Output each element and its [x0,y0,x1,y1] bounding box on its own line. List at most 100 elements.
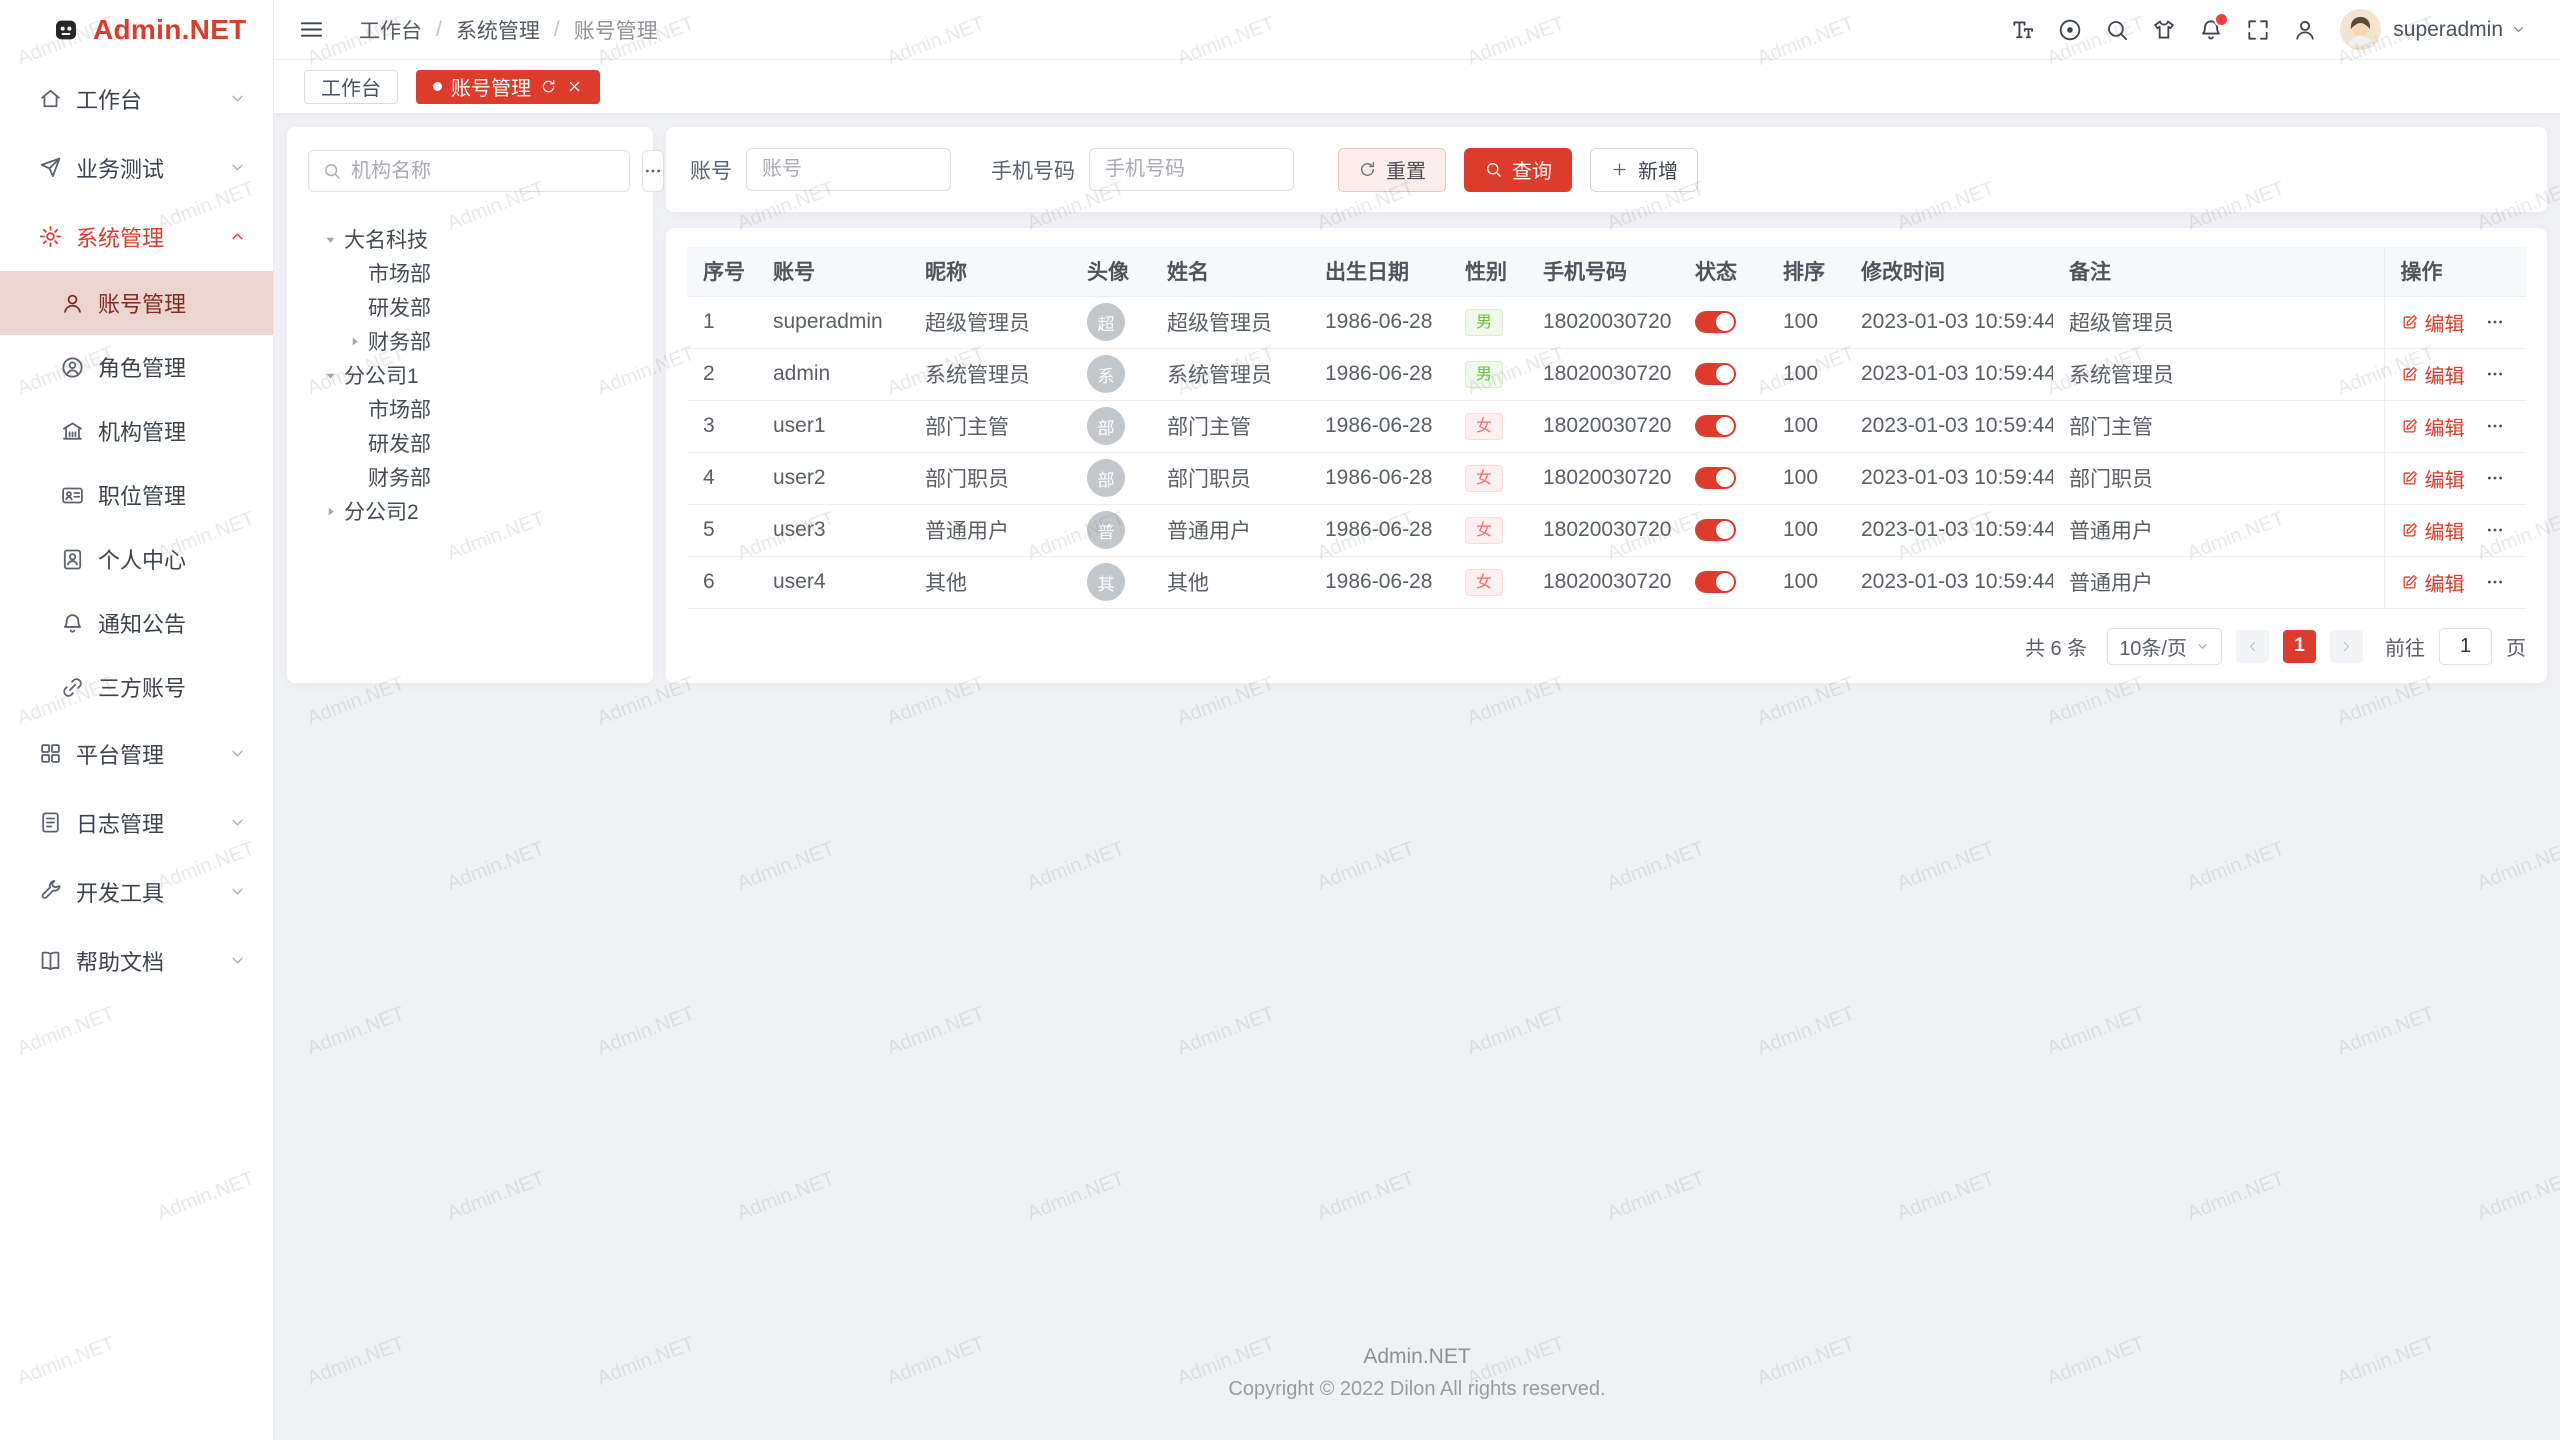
sidebar-item-system-manage[interactable]: 系统管理 [0,202,273,271]
more-actions-button[interactable] [2485,364,2505,384]
breadcrumb-item[interactable]: 系统管理 [456,15,540,45]
add-label: 新增 [1638,155,1678,184]
table-body: 1 superadmin 超级管理员 超 超级管理员 1986-06-28 男 … [687,296,2526,608]
font-size-icon[interactable] [2010,17,2036,43]
edit-button[interactable]: 编辑 [2401,412,2465,441]
sidebar-item-position-manage[interactable]: 职位管理 [0,463,273,527]
log-icon [38,810,63,835]
notification-icon[interactable] [2198,17,2224,43]
search-icon[interactable] [2104,17,2130,43]
prev-page-button[interactable] [2236,630,2269,663]
table-row: 6 user4 其他 其 其他 1986-06-28 女 18020030720… [687,556,2526,608]
sidebar-item-workbench[interactable]: 工作台 [0,64,273,133]
column-header: 昵称 [909,247,1071,296]
edit-label: 编辑 [2425,412,2465,441]
tab-refresh-icon[interactable] [540,78,557,95]
cell-birthdate: 1986-06-28 [1309,348,1449,400]
sidebar-item-role-manage[interactable]: 角色管理 [0,335,273,399]
tab-close-icon[interactable] [566,78,583,95]
more-actions-button[interactable] [2485,312,2505,332]
sidebar-item-help-docs[interactable]: 帮助文档 [0,926,273,995]
tree-node[interactable]: 大名科技 [308,222,632,256]
send-icon [38,155,63,180]
tree-node[interactable]: 分公司2 [308,494,632,528]
status-toggle[interactable] [1695,519,1736,541]
tree-node[interactable]: 研发部 [308,290,632,324]
more-actions-button[interactable] [2485,468,2505,488]
tree-node[interactable]: 财务部 [308,460,632,494]
tree-caret-icon[interactable] [318,368,342,383]
edit-button[interactable]: 编辑 [2401,360,2465,389]
sidebar-item-notice[interactable]: 通知公告 [0,591,273,655]
status-toggle[interactable] [1695,415,1736,437]
fullscreen-icon[interactable] [2245,17,2271,43]
column-header: 序号 [687,247,757,296]
menu-collapse-icon[interactable] [298,16,325,43]
row-avatar: 部 [1087,459,1125,497]
breadcrumb-item[interactable]: 工作台 [359,15,422,45]
sidebar-item-log-manage[interactable]: 日志管理 [0,788,273,857]
tree-node[interactable]: 研发部 [308,426,632,460]
more-actions-button[interactable] [2485,520,2505,540]
sidebar-item-org-manage[interactable]: 机构管理 [0,399,273,463]
search-button[interactable]: 查询 [1464,148,1572,192]
next-page-button[interactable] [2330,630,2363,663]
gear-icon [38,224,63,249]
sidebar-item-third-account[interactable]: 三方账号 [0,655,273,719]
tree-node[interactable]: 分公司1 [308,358,632,392]
user-menu-chevron-icon[interactable] [2510,21,2527,38]
tab-account-manage[interactable]: 账号管理 [416,70,600,104]
breadcrumb-separator: / [436,18,442,42]
more-actions-button[interactable] [2485,572,2505,592]
edit-button[interactable]: 编辑 [2401,464,2465,493]
theme-icon[interactable] [2151,17,2177,43]
username[interactable]: superadmin [2393,18,2503,42]
footer-title: Admin.NET [287,1345,2547,1369]
tree-caret-icon[interactable] [342,334,366,349]
profile-icon[interactable] [2292,17,2318,43]
user-avatar[interactable] [2340,9,2381,50]
edit-button[interactable]: 编辑 [2401,516,2465,545]
cell-remark: 系统管理员 [2053,348,2384,400]
edit-button[interactable]: 编辑 [2401,308,2465,337]
search-icon [322,161,342,181]
edit-button[interactable]: 编辑 [2401,568,2465,597]
sidebar-item-business-test[interactable]: 业务测试 [0,133,273,202]
more-actions-button[interactable] [2485,416,2505,436]
sidebar-item-dev-tools[interactable]: 开发工具 [0,857,273,926]
current-page-button[interactable]: 1 [2283,630,2316,663]
tree-node[interactable]: 市场部 [308,256,632,290]
sidebar-item-platform-manage[interactable]: 平台管理 [0,719,273,788]
tools-icon [38,879,63,904]
tree-node[interactable]: 财务部 [308,324,632,358]
sex-tag: 女 [1465,517,1503,544]
cell-actions: 编辑 [2384,504,2526,556]
status-toggle[interactable] [1695,467,1736,489]
org-tree-more-button[interactable] [642,150,664,192]
status-toggle[interactable] [1695,311,1736,333]
add-button[interactable]: 新增 [1590,148,1698,192]
tree-caret-icon[interactable] [318,232,342,247]
column-header: 状态 [1679,247,1767,296]
reset-button[interactable]: 重置 [1338,148,1446,192]
breadcrumb-item: 账号管理 [574,15,658,45]
tree-caret-icon[interactable] [318,504,342,519]
language-icon[interactable] [2057,17,2083,43]
page-size-select[interactable]: 10条/页 [2107,628,2222,665]
status-toggle[interactable] [1695,571,1736,593]
phone-input[interactable] [1089,148,1294,191]
sex-tag: 男 [1465,361,1503,388]
menu-label: 帮助文档 [76,945,164,977]
sidebar-item-personal-center[interactable]: 个人中心 [0,527,273,591]
sidebar-item-account-manage[interactable]: 账号管理 [0,271,273,335]
cell-name: 普通用户 [1151,504,1309,556]
account-input[interactable] [746,148,951,191]
cell-modified-time: 2023-01-03 10:59:44 [1845,296,2053,348]
goto-page-input[interactable] [2439,628,2492,665]
tab-workbench[interactable]: 工作台 [304,70,398,104]
status-toggle[interactable] [1695,363,1736,385]
tree-node[interactable]: 市场部 [308,392,632,426]
menu-label: 日志管理 [76,807,164,839]
app-logo[interactable]: Admin.NET [0,0,273,60]
org-search-input[interactable] [351,160,616,183]
